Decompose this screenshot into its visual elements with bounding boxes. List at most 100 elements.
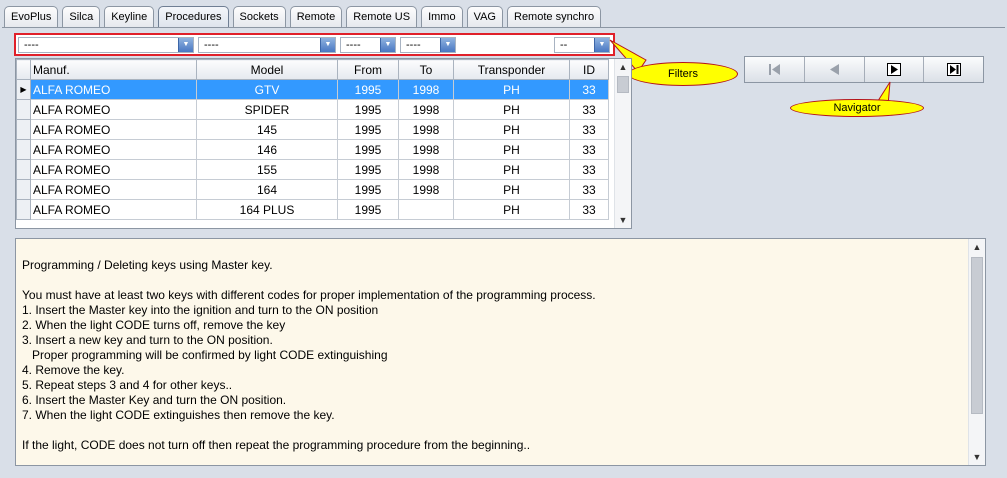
row-indicator (16, 199, 31, 220)
chevron-down-icon[interactable]: ▼ (178, 38, 193, 52)
tab-remote[interactable]: Remote (289, 6, 343, 27)
prior-record-button[interactable] (804, 57, 865, 82)
scroll-down-icon[interactable]: ▼ (615, 212, 631, 228)
procedure-text-area[interactable]: Programming / Deleting keys using Master… (15, 238, 986, 466)
grid-vertical-scrollbar[interactable]: ▲ ▼ (614, 59, 631, 228)
tab-remote-synchro[interactable]: Remote synchro (507, 6, 602, 27)
chevron-down-icon[interactable]: ▼ (320, 38, 335, 52)
cell-from: 1995 (337, 99, 399, 120)
cell-id: 33 (569, 199, 609, 220)
to-filter-value: ---- (406, 39, 421, 51)
column-header-manuf[interactable]: Manuf. (30, 59, 197, 80)
procedure-line: You must have at least two keys with dif… (22, 288, 596, 302)
from-filter-value: ---- (346, 39, 361, 51)
text-vertical-scrollbar[interactable]: ▲ ▼ (968, 239, 985, 465)
cell-id: 33 (569, 119, 609, 140)
cell-transponder: PH (453, 79, 570, 100)
table-header-row: Manuf. Model From To Transponder ID (16, 59, 609, 80)
row-indicator (16, 99, 31, 120)
navigator-callout-label: Navigator (833, 102, 881, 114)
transponder-filter-field[interactable] (460, 37, 552, 53)
scroll-thumb[interactable] (971, 257, 983, 414)
filters-callout: Filters (628, 62, 738, 86)
cell-transponder: PH (453, 139, 570, 160)
cell-model: SPIDER (196, 99, 338, 120)
filter-bar: ---- ▼ ---- ▼ ---- ▼ ---- ▼ -- ▼ (14, 33, 615, 56)
cell-to (398, 199, 454, 220)
tab-procedures[interactable]: Procedures (158, 6, 229, 28)
cell-id: 33 (569, 159, 609, 180)
cell-manuf: ALFA ROMEO (30, 199, 197, 220)
column-header-model[interactable]: Model (196, 59, 338, 80)
column-header-to[interactable]: To (398, 59, 454, 80)
chevron-down-icon[interactable]: ▼ (380, 38, 395, 52)
cell-id: 33 (569, 79, 609, 100)
first-record-button[interactable] (745, 57, 805, 82)
cell-manuf: ALFA ROMEO (30, 159, 197, 180)
row-indicator (16, 139, 31, 160)
last-icon (946, 63, 961, 76)
cell-model: 146 (196, 139, 338, 160)
cell-manuf: ALFA ROMEO (30, 139, 197, 160)
table-row[interactable]: ▶ ALFA ROMEO GTV 1995 1998 PH 33 (16, 79, 609, 100)
cell-manuf: ALFA ROMEO (30, 99, 197, 120)
procedure-line: 1. Insert the Master key into the igniti… (22, 303, 379, 317)
scroll-thumb[interactable] (617, 76, 629, 93)
id-filter-combo[interactable]: -- ▼ (554, 37, 610, 53)
table-row[interactable]: ALFA ROMEO 146 1995 1998 PH 33 (16, 139, 609, 160)
cell-id: 33 (569, 139, 609, 160)
procedure-line (22, 273, 962, 288)
record-navigator (744, 56, 984, 83)
cell-from: 1995 (337, 139, 399, 160)
procedures-grid[interactable]: Manuf. Model From To Transponder ID ▶ AL… (15, 58, 632, 229)
cell-model: GTV (196, 79, 338, 100)
cell-manuf: ALFA ROMEO (30, 179, 197, 200)
row-indicator (16, 119, 31, 140)
cell-from: 1995 (337, 179, 399, 200)
procedures-table: Manuf. Model From To Transponder ID ▶ AL… (16, 59, 609, 220)
table-row[interactable]: ALFA ROMEO SPIDER 1995 1998 PH 33 (16, 99, 609, 120)
cell-to: 1998 (398, 179, 454, 200)
model-filter-combo[interactable]: ---- ▼ (198, 37, 336, 53)
next-record-button[interactable] (864, 57, 925, 82)
model-filter-value: ---- (204, 39, 219, 51)
procedure-line: 5. Repeat steps 3 and 4 for other keys.. (22, 378, 233, 392)
table-row[interactable]: ALFA ROMEO 155 1995 1998 PH 33 (16, 159, 609, 180)
table-row[interactable]: ALFA ROMEO 164 PLUS 1995 PH 33 (16, 199, 609, 220)
row-indicator (16, 159, 31, 180)
procedure-line: Programming / Deleting keys using Master… (22, 258, 273, 272)
tab-vag[interactable]: VAG (466, 6, 503, 27)
scroll-down-icon[interactable]: ▼ (969, 449, 985, 465)
tab-remote-us[interactable]: Remote US (346, 6, 418, 27)
header-indicator (16, 59, 31, 80)
manuf-filter-combo[interactable]: ---- ▼ (18, 37, 194, 53)
column-header-transponder[interactable]: Transponder (453, 59, 570, 80)
cell-from: 1995 (337, 79, 399, 100)
cell-model: 145 (196, 119, 338, 140)
tab-immo[interactable]: Immo (421, 6, 463, 27)
tab-keyline[interactable]: Keyline (104, 6, 155, 27)
column-header-id[interactable]: ID (569, 59, 609, 80)
next-icon (886, 63, 901, 76)
from-filter-combo[interactable]: ---- ▼ (340, 37, 396, 53)
cell-from: 1995 (337, 199, 399, 220)
chevron-down-icon[interactable]: ▼ (594, 38, 609, 52)
chevron-down-icon[interactable]: ▼ (440, 38, 455, 52)
table-row[interactable]: ALFA ROMEO 145 1995 1998 PH 33 (16, 119, 609, 140)
cell-id: 33 (569, 179, 609, 200)
tab-silca[interactable]: Silca (62, 6, 101, 27)
scroll-up-icon[interactable]: ▲ (969, 239, 985, 255)
filters-callout-label: Filters (668, 68, 698, 80)
scroll-up-icon[interactable]: ▲ (615, 59, 631, 75)
cell-transponder: PH (453, 199, 570, 220)
column-header-from[interactable]: From (337, 59, 399, 80)
tab-sockets[interactable]: Sockets (232, 6, 286, 27)
table-row[interactable]: ALFA ROMEO 164 1995 1998 PH 33 (16, 179, 609, 200)
cell-model: 155 (196, 159, 338, 180)
tab-evoplus[interactable]: EvoPlus (4, 6, 59, 27)
current-row-indicator-icon: ▶ (16, 79, 31, 100)
procedure-line: 4. Remove the key. (22, 363, 125, 377)
last-record-button[interactable] (924, 57, 983, 82)
id-filter-value: -- (560, 39, 568, 51)
to-filter-combo[interactable]: ---- ▼ (400, 37, 456, 53)
